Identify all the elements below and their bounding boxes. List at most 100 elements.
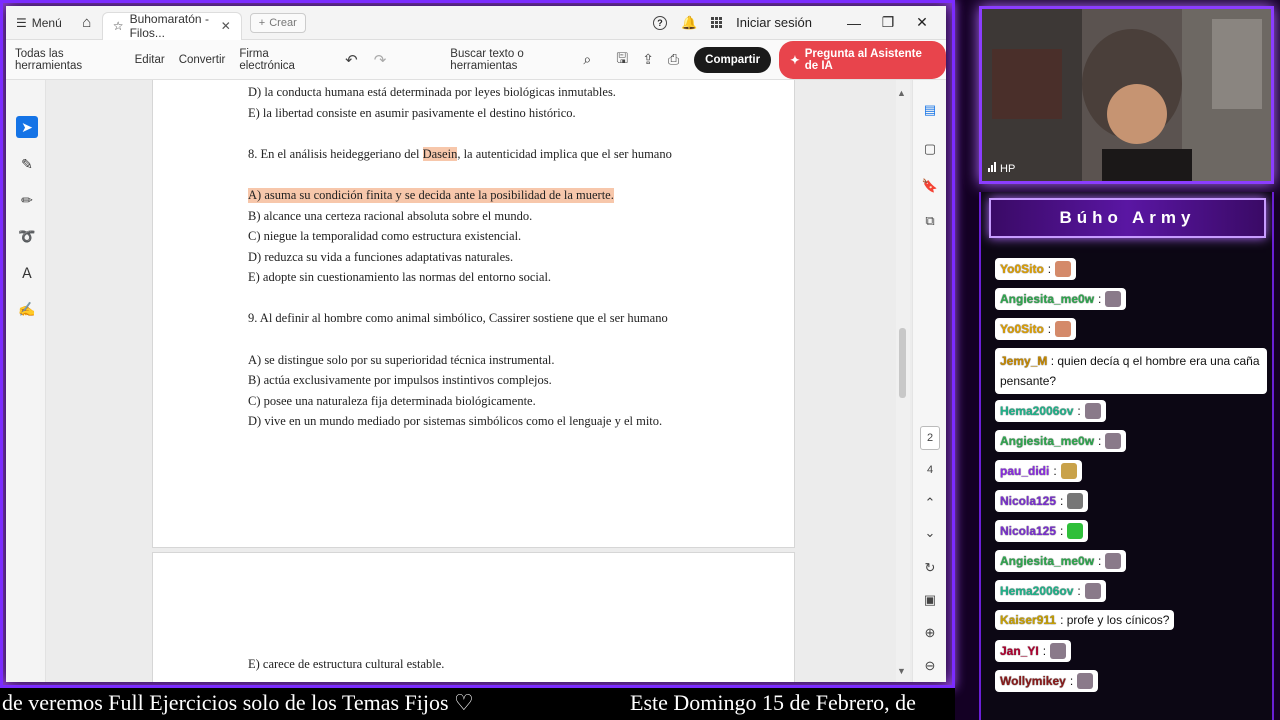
chat-username[interactable]: Yo0Sito xyxy=(1000,322,1044,336)
chat-title: Búho Army xyxy=(989,198,1266,238)
emote-icon xyxy=(1067,493,1084,509)
create-button[interactable]: + Crear xyxy=(249,12,306,33)
minimize-icon[interactable]: — xyxy=(844,15,864,31)
sign-icon[interactable]: ✍ xyxy=(16,298,38,320)
document-viewport[interactable]: D) la conducta humana está determinada p… xyxy=(46,80,912,682)
current-page-number[interactable]: 2 xyxy=(920,426,940,450)
chat-username[interactable]: Angiesita_me0w xyxy=(1000,434,1094,448)
emote-icon xyxy=(1067,523,1084,539)
webcam-feed: HP xyxy=(979,6,1274,184)
emote-icon xyxy=(1084,403,1101,419)
scrollbar-thumb[interactable] xyxy=(899,328,906,398)
convert-menu[interactable]: Convertir xyxy=(172,54,233,66)
edit-menu[interactable]: Editar xyxy=(128,54,172,66)
chat-message: Angiesita_me0w : xyxy=(995,288,1127,310)
chat-message: Wollymikey : xyxy=(995,670,1099,692)
pages-icon[interactable]: ⧉ xyxy=(921,212,939,230)
lasso-draw-icon[interactable]: ➰ xyxy=(16,225,38,247)
main-toolbar: Todas las herramientas Editar Convertir … xyxy=(6,40,946,80)
answer-line: B) actúa exclusivamente por impulsos ins… xyxy=(248,373,552,387)
answer-line: B) alcance una certeza racional absoluta… xyxy=(248,209,533,223)
save-icon[interactable]: 🖫 xyxy=(609,48,635,72)
close-tab-icon[interactable]: ✕ xyxy=(221,19,231,33)
ticker-text-left: de veremos Full Ejercicios solo de los T… xyxy=(2,690,474,715)
add-comment-icon[interactable]: ✎ xyxy=(16,153,38,175)
chat-message: Angiesita_me0w : xyxy=(995,550,1127,572)
chat-message: Yo0Sito : xyxy=(995,258,1077,280)
esign-menu[interactable]: Firma electrónica xyxy=(232,48,324,72)
ticker-text-right: Este Domingo 15 de Febrero, de xyxy=(630,690,916,715)
upload-icon[interactable]: ⇪ xyxy=(635,51,661,68)
signin-button[interactable]: Iniciar sesión xyxy=(736,15,812,30)
plus-icon: + xyxy=(258,16,266,29)
print-icon[interactable]: ⎙ xyxy=(661,51,686,68)
chat-username[interactable]: Nicola125 xyxy=(1000,524,1056,538)
ai-summary-icon[interactable]: ▤ xyxy=(921,101,939,119)
scroll-up-icon[interactable]: ▲ xyxy=(897,88,906,98)
right-tool-rail: ▤ ▢ 🔖 ⧉ 2 4 ⌃ ⌄ ↻ ▣ ⊕ ⊖ xyxy=(912,80,946,682)
bell-icon[interactable]: 🔔 xyxy=(681,15,697,31)
answer-line: A) se distingue solo por su superioridad… xyxy=(248,353,555,367)
zoom-in-icon[interactable]: ⊕ xyxy=(921,624,939,642)
ai-sparkle-icon: ✦ xyxy=(790,54,800,67)
chat-username[interactable]: Yo0Sito xyxy=(1000,262,1044,276)
highlight-pen-icon[interactable]: ✏ xyxy=(16,189,38,211)
highlighted-answer[interactable]: A) asuma su condición finita y se decida… xyxy=(248,188,614,203)
next-page-icon[interactable]: ⌄ xyxy=(921,524,939,542)
chat-username[interactable]: Jan_YI xyxy=(1000,644,1039,658)
scroll-down-icon[interactable]: ▼ xyxy=(897,666,906,676)
undo-icon[interactable]: ↶ xyxy=(337,51,366,69)
chat-username[interactable]: Angiesita_me0w xyxy=(1000,554,1094,568)
search-tools-field[interactable]: Buscar texto o herramientas ⌕ xyxy=(450,48,591,72)
chat-username[interactable]: Kaiser911 xyxy=(1000,613,1056,627)
redo-icon[interactable]: ↷ xyxy=(366,51,395,69)
fit-page-icon[interactable]: ▣ xyxy=(921,591,939,609)
scrolling-ticker: de veremos Full Ejercicios solo de los T… xyxy=(0,688,955,720)
help-icon[interactable]: ? xyxy=(652,15,667,30)
chat-username[interactable]: pau_didi xyxy=(1000,464,1049,478)
close-window-icon[interactable]: ✕ xyxy=(912,14,932,31)
comments-icon[interactable]: ▢ xyxy=(921,140,939,158)
text-box-icon[interactable]: Ａ xyxy=(16,262,38,284)
chat-username[interactable]: Jemy_M xyxy=(1000,354,1047,368)
document-tab[interactable]: ☆ Buhomaratón - Filos... ✕ xyxy=(101,11,242,40)
menu-label: Menú xyxy=(31,15,62,30)
refresh-icon[interactable]: ↻ xyxy=(921,559,939,577)
all-tools-menu[interactable]: Todas las herramientas xyxy=(6,48,128,72)
share-button[interactable]: Compartir xyxy=(694,46,772,73)
chat-text: : xyxy=(1077,404,1081,418)
question-9: 9. Al definir al hombre como animal simb… xyxy=(248,311,668,325)
chat-text: : xyxy=(1060,494,1064,508)
chat-username[interactable]: Wollymikey xyxy=(1000,674,1066,688)
select-cursor-icon[interactable]: ➤ xyxy=(16,116,38,138)
chat-message: Kaiser911 : profe y los cínicos? xyxy=(995,610,1175,630)
chat-username[interactable]: Angiesita_me0w xyxy=(1000,292,1094,306)
previous-page-icon[interactable]: ⌃ xyxy=(921,494,939,512)
bookmark-icon[interactable]: 🔖 xyxy=(921,177,939,195)
apps-grid-icon[interactable] xyxy=(711,17,723,28)
emote-icon xyxy=(1055,321,1072,337)
star-icon[interactable]: ☆ xyxy=(113,19,124,33)
pdf-page: D) la conducta humana está determinada p… xyxy=(152,80,795,548)
emote-icon xyxy=(1105,433,1122,449)
chat-message: Jan_YI : xyxy=(995,640,1072,662)
question-8-suffix: , la autenticidad implica que el ser hum… xyxy=(457,147,672,161)
chat-text: : xyxy=(1053,464,1057,478)
zoom-out-icon[interactable]: ⊖ xyxy=(921,657,939,675)
restore-icon[interactable]: ❐ xyxy=(878,14,898,31)
stream-layout: ☰ Menú ⌂ ☆ Buhomaratón - Filos... ✕ + Cr… xyxy=(0,0,1280,720)
ai-assistant-button[interactable]: ✦ Pregunta al Asistente de IA xyxy=(779,40,946,79)
chat-text: : xyxy=(1042,644,1047,658)
chat-message: Jemy_M : quien decía q el hombre era una… xyxy=(995,348,1267,394)
chat-username[interactable]: Hema2006ov xyxy=(1000,584,1073,598)
highlighted-word[interactable]: Dasein xyxy=(422,147,458,161)
chat-message: Yo0Sito : xyxy=(995,318,1077,340)
chat-panel: Búho Army Yo0Sito : Angiesita_me0w : Yo0… xyxy=(979,192,1274,720)
question-8-prefix: 8. En el análisis heideggeriano del xyxy=(248,147,423,161)
vertical-scrollbar[interactable]: ▲ ▼ xyxy=(896,80,910,682)
menu-button[interactable]: ☰ Menú xyxy=(6,6,72,40)
chat-username[interactable]: Nicola125 xyxy=(1000,494,1056,508)
home-icon[interactable]: ⌂ xyxy=(72,6,102,40)
chat-username[interactable]: Hema2006ov xyxy=(1000,404,1073,418)
chat-message: Hema2006ov : xyxy=(995,580,1106,602)
